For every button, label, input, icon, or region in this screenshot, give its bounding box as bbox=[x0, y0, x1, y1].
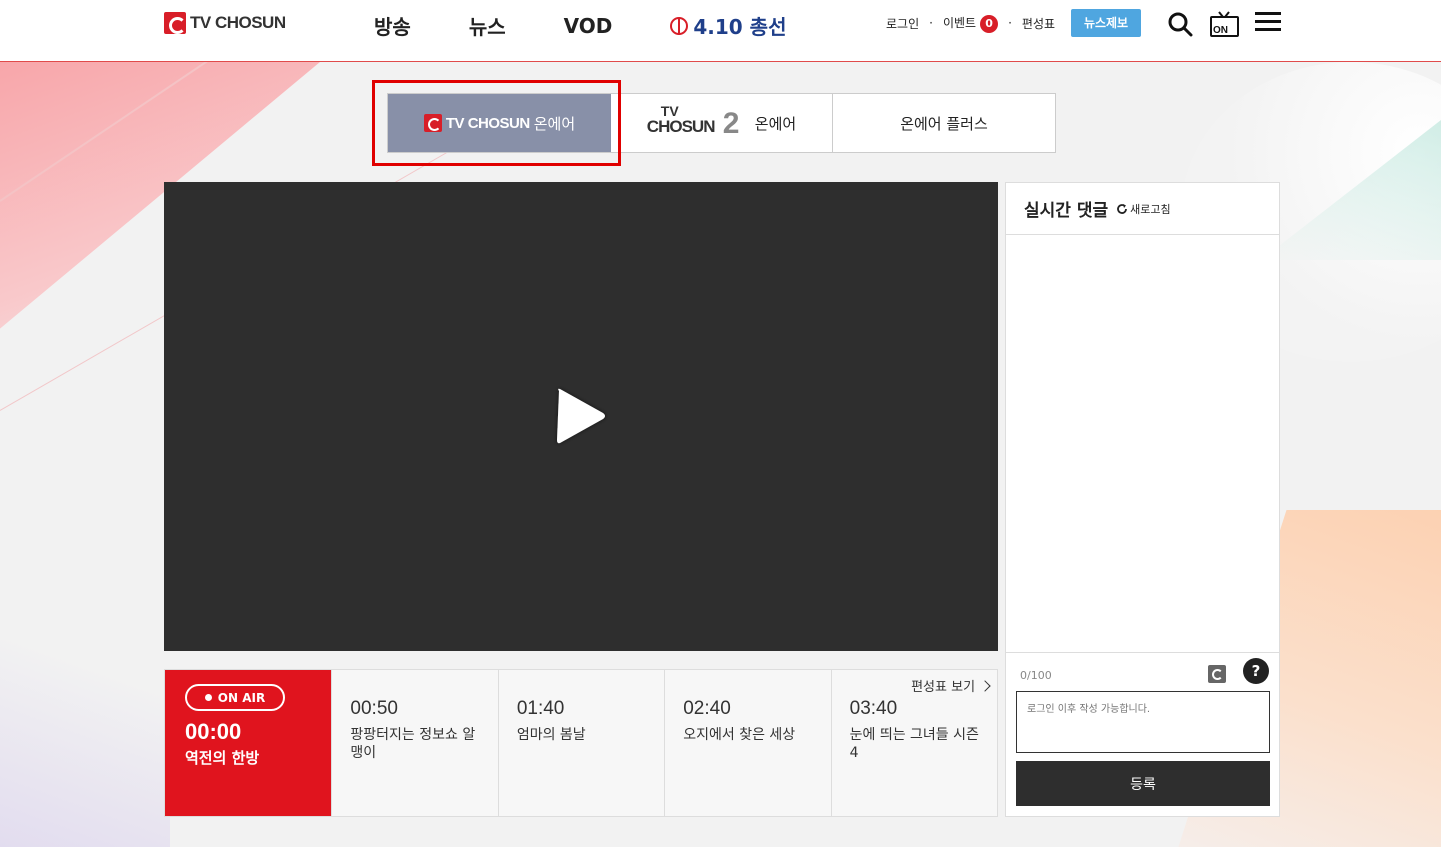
login-link[interactable]: 로그인 bbox=[886, 15, 919, 32]
comments-list[interactable] bbox=[1006, 235, 1279, 653]
site-header: TV CHOSUN 방송 뉴스 VOD 4.10 총선 로그인 · 이벤트 0 ·… bbox=[0, 0, 1441, 62]
slot-title: 오지에서 찾은 세상 bbox=[683, 727, 796, 743]
tab-tvchosun2-onair[interactable]: TV CHOSUN 2 온에어 bbox=[611, 94, 833, 152]
separator-dot: · bbox=[1008, 16, 1012, 30]
schedule-slot[interactable]: 00:50 팡팡터지는 정보쇼 알맹이 bbox=[331, 670, 497, 816]
nav-election-label: 4.10 총선 bbox=[693, 15, 787, 39]
schedule-link[interactable]: 편성표 bbox=[1022, 15, 1055, 32]
tab-onair-plus[interactable]: 온에어 플러스 bbox=[833, 94, 1055, 152]
nav-news[interactable]: 뉴스 bbox=[469, 11, 506, 40]
site-logo[interactable]: TV CHOSUN bbox=[164, 12, 286, 34]
event-label: 이벤트 bbox=[942, 15, 977, 30]
news-report-button[interactable]: 뉴스제보 bbox=[1071, 9, 1142, 37]
comments-title: 실시간 댓글 bbox=[1024, 201, 1109, 221]
active-tab-highlight bbox=[372, 80, 621, 166]
comment-input[interactable] bbox=[1016, 691, 1270, 753]
bg-purple-shape bbox=[0, 640, 170, 847]
nav-broadcast[interactable]: 방송 bbox=[374, 11, 411, 40]
logo-mark-icon bbox=[164, 12, 186, 34]
nav-election[interactable]: 4.10 총선 bbox=[670, 11, 786, 40]
now-time: 00:00 bbox=[185, 719, 242, 744]
slot-time: 02:40 bbox=[683, 698, 731, 719]
refresh-label: 새로고침 bbox=[1130, 202, 1171, 216]
slot-time: 00:50 bbox=[350, 698, 398, 719]
char-counter: 0/100 bbox=[1020, 669, 1052, 682]
logo-text: TV CHOSUN bbox=[190, 13, 286, 32]
election-stamp-icon bbox=[670, 16, 689, 35]
view-schedule-link[interactable]: 편성표 보기 bbox=[911, 676, 991, 695]
event-link[interactable]: 이벤트 0 bbox=[942, 14, 999, 33]
schedule-slot[interactable]: 01:40 엄마의 봄날 bbox=[497, 670, 664, 816]
refresh-icon bbox=[1117, 203, 1128, 214]
menu-icon[interactable] bbox=[1255, 12, 1281, 32]
play-icon[interactable] bbox=[553, 385, 609, 447]
logo-2-text: 2 bbox=[722, 107, 740, 140]
logo-chosun-text: CHOSUN bbox=[646, 117, 716, 136]
now-title: 역전의 한방 bbox=[185, 749, 260, 767]
slot-title: 눈에 띄는 그녀들 시즌4 bbox=[849, 727, 979, 761]
search-icon[interactable] bbox=[1167, 11, 1193, 37]
tab-label: 온에어 bbox=[754, 114, 797, 133]
svg-text:ON: ON bbox=[1213, 25, 1228, 36]
tv-on-icon[interactable]: ON bbox=[1209, 10, 1241, 38]
emoticon-icon[interactable] bbox=[1208, 665, 1226, 683]
utility-links: 로그인 · 이벤트 0 · 편성표 뉴스제보 bbox=[886, 9, 1142, 37]
help-icon[interactable]: ? bbox=[1243, 658, 1269, 684]
slot-time: 01:40 bbox=[516, 698, 565, 719]
schedule-strip: ON AIR 00:00 역전의 한방 00:50 팡팡터지는 정보쇼 알맹이 … bbox=[164, 669, 998, 817]
chevron-right-icon bbox=[979, 679, 991, 692]
onair-label: ON AIR bbox=[217, 690, 266, 705]
slot-time: 03:40 bbox=[849, 698, 898, 719]
comments-header: 실시간 댓글 새로고침 bbox=[1006, 183, 1279, 235]
live-comments-panel: 실시간 댓글 새로고침 0/100 ? 등록 bbox=[1005, 182, 1280, 817]
tvchosun2-logo: TV CHOSUN 2 bbox=[646, 103, 743, 140]
separator-dot: · bbox=[929, 16, 933, 30]
view-schedule-label: 편성표 보기 bbox=[911, 680, 976, 695]
slot-title: 팡팡터지는 정보쇼 알맹이 bbox=[350, 727, 476, 761]
main-nav: 방송 뉴스 VOD 4.10 총선 bbox=[374, 11, 844, 40]
schedule-slot[interactable]: 편성표 보기 03:40 눈에 띄는 그녀들 시즌4 bbox=[830, 670, 997, 816]
submit-button[interactable]: 등록 bbox=[1016, 761, 1270, 806]
nav-vod[interactable]: VOD bbox=[564, 14, 613, 38]
onair-badge: ON AIR bbox=[185, 684, 285, 711]
now-playing[interactable]: ON AIR 00:00 역전의 한방 bbox=[165, 670, 332, 816]
refresh-button[interactable]: 새로고침 bbox=[1116, 201, 1171, 217]
live-dot-icon bbox=[204, 694, 212, 701]
schedule-slot[interactable]: 02:40 오지에서 찾은 세상 bbox=[664, 670, 830, 816]
event-count-badge: 0 bbox=[980, 14, 999, 33]
slot-title: 엄마의 봄날 bbox=[516, 727, 586, 743]
